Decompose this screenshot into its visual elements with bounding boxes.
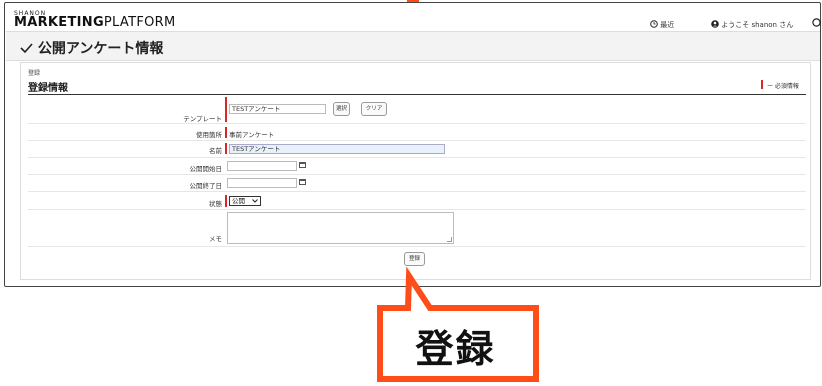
callout-text: 登録 [415,327,496,371]
